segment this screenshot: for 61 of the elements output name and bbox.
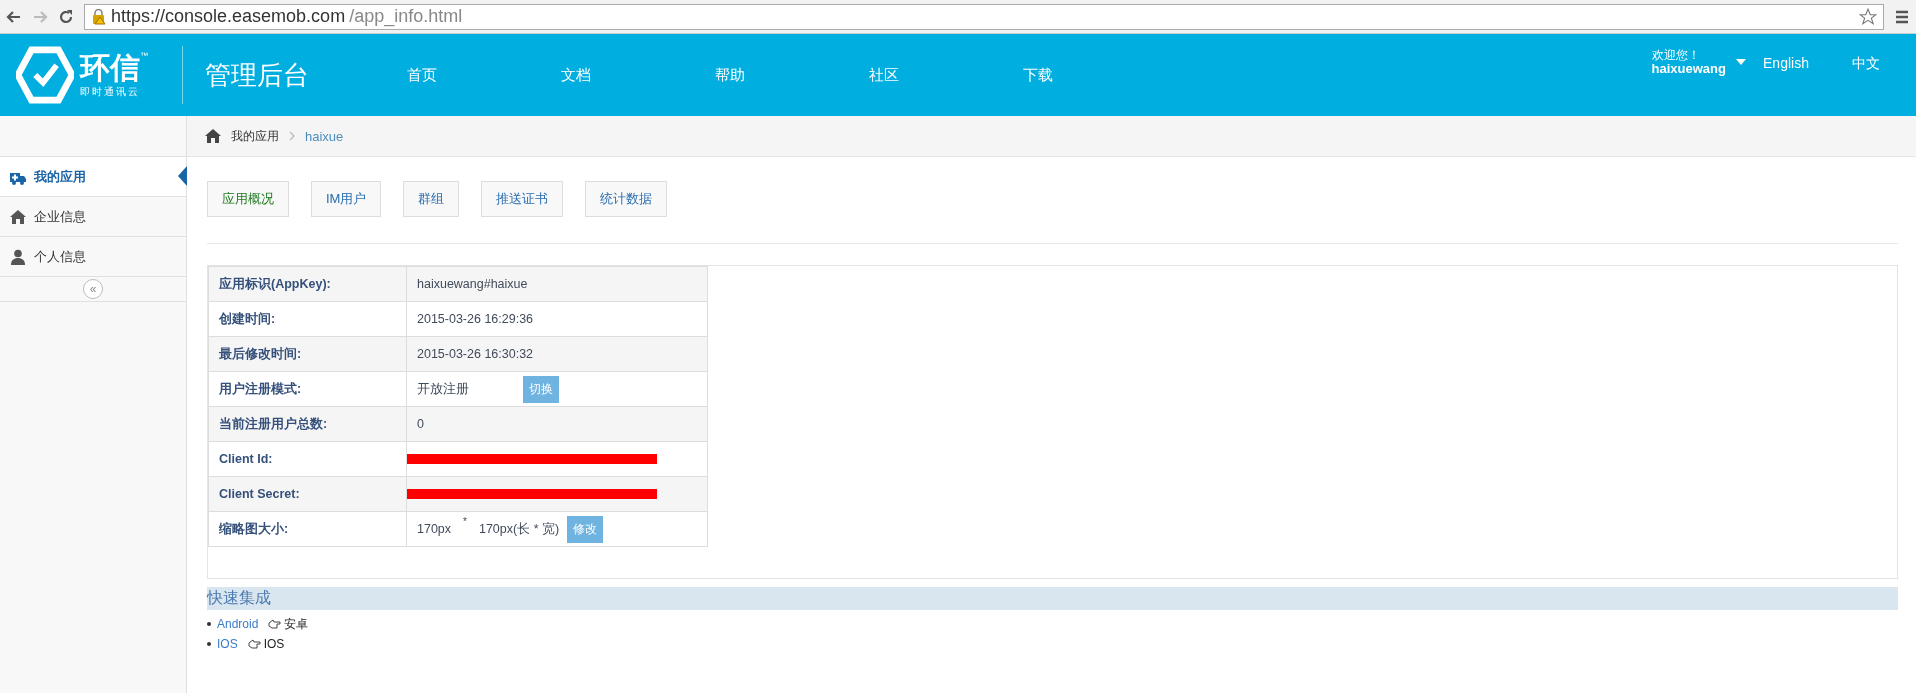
- link-note: IOS: [263, 637, 285, 651]
- link[interactable]: Android: [217, 617, 259, 631]
- tab[interactable]: 推送证书: [481, 181, 564, 217]
- sidebar-item[interactable]: 我的应用: [0, 157, 186, 197]
- field-value: 2015-03-26 16:29:36: [406, 301, 708, 337]
- logo-icon: [16, 46, 74, 104]
- field-value: 0: [406, 406, 708, 442]
- tab[interactable]: 群组: [403, 181, 460, 217]
- breadcrumb-current: haixue: [305, 128, 344, 144]
- logo-tagline: 即时通讯云: [80, 85, 141, 99]
- field-label: 当前注册用户总数:: [208, 406, 407, 442]
- warning-lock-icon: [91, 8, 107, 25]
- welcome-text: 欢迎您！: [1651, 48, 1701, 62]
- tab[interactable]: 应用概况: [207, 181, 289, 217]
- nav-link[interactable]: 社区: [807, 65, 961, 85]
- menu-icon[interactable]: [1894, 8, 1910, 25]
- star-icon[interactable]: [1859, 7, 1877, 26]
- pointing-hand-icon: [247, 639, 262, 649]
- console-title: 管理后台: [205, 58, 310, 92]
- trademark-sign: ™: [140, 51, 148, 60]
- back-icon[interactable]: [6, 8, 22, 25]
- nav-link[interactable]: 文档: [499, 65, 653, 85]
- field-value: 开放注册: [417, 380, 470, 398]
- breadcrumb-link[interactable]: 我的应用: [231, 127, 279, 145]
- logo-text: 环信: [80, 51, 140, 85]
- bullet-icon: [207, 642, 211, 646]
- sidebar-item[interactable]: 企业信息: [0, 197, 186, 237]
- language-link[interactable]: English: [1746, 55, 1826, 73]
- field-label: 创建时间:: [208, 301, 407, 337]
- field-label: 最后修改时间:: [208, 336, 407, 372]
- field-value: 2015-03-26 16:30:32: [406, 336, 708, 372]
- bullet-icon: [207, 622, 211, 626]
- breadcrumb-separator-icon: [289, 131, 295, 141]
- field-label: 用户注册模式:: [208, 371, 407, 407]
- address-field[interactable]: https://console.easemob.com /app_info.html: [84, 3, 1884, 30]
- field-label: Client Id:: [208, 441, 407, 477]
- home-icon: [10, 208, 26, 225]
- field-label: Client Secret:: [208, 476, 407, 512]
- user-name[interactable]: haixuewang: [1651, 62, 1726, 76]
- reload-icon[interactable]: [58, 8, 74, 25]
- active-indicator-icon: [178, 166, 187, 186]
- field-value: 170px(长 * 宽): [478, 520, 560, 538]
- collapse-button[interactable]: «: [83, 279, 103, 299]
- nav-link[interactable]: 帮助: [653, 65, 807, 85]
- nav-link[interactable]: 首页: [345, 65, 499, 85]
- multiply-sign: *: [463, 515, 467, 527]
- user-icon: [10, 248, 26, 265]
- field-label: 缩略图大小:: [208, 511, 407, 547]
- section-heading: 快速集成: [207, 587, 1898, 610]
- pointing-hand-icon: [268, 619, 283, 629]
- link[interactable]: IOS: [217, 637, 238, 651]
- field-value: haixuewang#haixue: [406, 266, 708, 302]
- field-value: 170px: [417, 521, 452, 536]
- tab[interactable]: 统计数据: [585, 181, 668, 217]
- nav-link[interactable]: 下载: [961, 65, 1115, 85]
- caret-icon[interactable]: [1736, 59, 1746, 65]
- home-icon[interactable]: [205, 129, 221, 143]
- field-label: 应用标识(AppKey):: [208, 266, 407, 302]
- link-note: 安卓: [284, 615, 309, 633]
- tab[interactable]: IM用户: [311, 181, 382, 217]
- language-link[interactable]: 中文: [1826, 55, 1906, 73]
